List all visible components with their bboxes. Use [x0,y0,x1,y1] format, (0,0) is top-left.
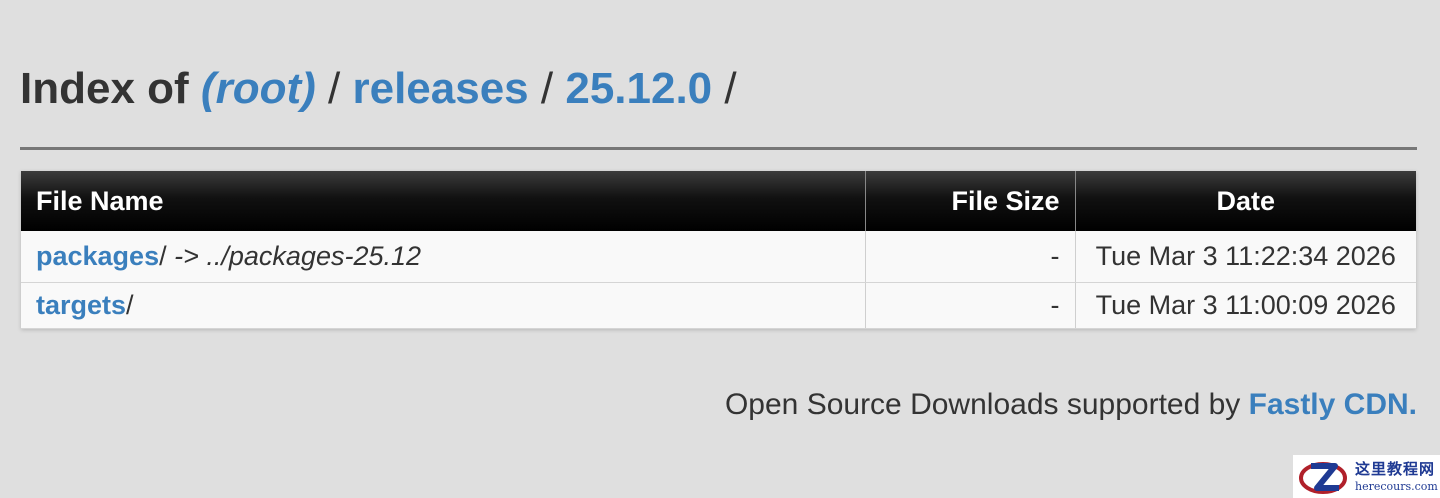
fastly-cdn-link[interactable]: Fastly CDN. [1249,388,1417,421]
table-row: packages/ -> ../packages-25.12 - Tue Mar… [21,231,1416,283]
file-date-cell: Tue Mar 3 11:00:09 2026 [1075,282,1416,329]
heading-divider [20,147,1417,150]
dir-slash: / [126,289,134,320]
title-prefix: Index of [20,64,189,113]
column-header-date[interactable]: Date [1075,171,1416,231]
file-link-targets[interactable]: targets [36,290,126,320]
page: Index of (root) / releases / 25.12.0 / F… [0,0,1440,498]
file-name-cell: packages/ -> ../packages-25.12 [21,231,866,283]
breadcrumb-root-link[interactable]: (root) [201,64,316,113]
breadcrumb-separator: / [328,64,341,113]
breadcrumb-version-link[interactable]: 25.12.0 [565,64,712,113]
file-listing-table: File Name File Size Date packages/ -> ..… [21,171,1416,329]
watermark-badge: 这里教程网 herecours.com [1293,455,1440,498]
dir-slash: / [159,240,167,271]
table-header-row: File Name File Size Date [21,171,1416,231]
table-row: targets/ - Tue Mar 3 11:00:09 2026 [21,282,1416,329]
sponsor-footer: Open Source Downloads supported by Fastl… [725,388,1417,422]
file-date-cell: Tue Mar 3 11:22:34 2026 [1075,231,1416,283]
file-size-cell: - [865,231,1076,283]
watermark-text: 这里教程网 herecours.com [1355,459,1438,493]
breadcrumb-separator: / [540,64,554,113]
watermark-en: herecours.com [1355,479,1438,493]
column-header-file-size[interactable]: File Size [865,171,1076,231]
file-name-cell: targets/ [21,282,866,329]
symlink-target: -> ../packages-25.12 [166,240,422,271]
watermark-cn: 这里教程网 [1355,459,1436,478]
column-header-file-name[interactable]: File Name [21,171,866,231]
z-logo-icon [1299,461,1347,494]
file-size-cell: - [865,282,1076,329]
breadcrumb-separator: / [724,64,737,113]
breadcrumb-releases-link[interactable]: releases [352,64,528,113]
footer-text: Open Source Downloads supported by [724,388,1249,421]
page-title: Index of (root) / releases / 25.12.0 / [20,62,737,116]
file-link-packages[interactable]: packages [36,241,159,271]
